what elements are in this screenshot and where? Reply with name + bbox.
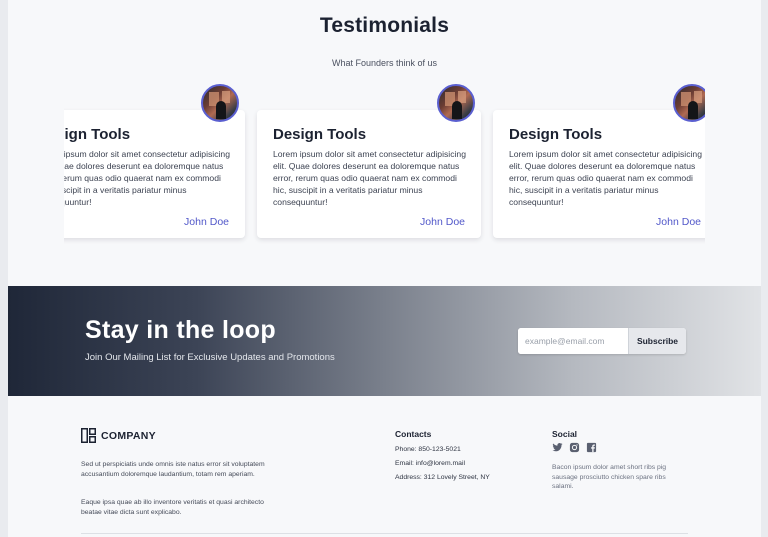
twitter-icon[interactable] [552,442,563,453]
avatar [437,84,475,122]
testimonials-carousel[interactable]: Design Tools Lorem ipsum dolor sit amet … [64,84,705,254]
social-links [552,442,602,454]
company-name: COMPANY [101,430,156,442]
email-input[interactable] [518,328,628,354]
newsletter-form: Subscribe [518,328,686,354]
facebook-icon[interactable] [586,442,597,453]
social-text: Bacon ipsum dolor amet short ribs pig sa… [552,464,667,491]
card-text: Lorem ipsum dolor sit amet consectetur a… [64,149,230,207]
subscribe-button[interactable]: Subscribe [628,328,686,354]
newsletter-title: Stay in the loop [85,316,276,344]
logo-icon [81,428,96,443]
footer-about-1: Sed ut perspiciatis unde omnis iste natu… [81,461,265,478]
card-title: Design Tools [509,126,603,143]
card-title: Design Tools [273,126,367,143]
page: Testimonials What Founders think of us D… [8,0,761,537]
testimonial-card: Design Tools Lorem ipsum dolor sit amet … [64,110,245,238]
card-author: John Doe [420,216,465,228]
contacts-heading: Contacts [395,429,432,439]
footer-about-2: Eaque ipsa quae ab illo inventore verita… [81,499,264,516]
testimonials-title: Testimonials [319,14,450,37]
social-heading: Social [552,429,578,439]
newsletter-subtitle: Join Our Mailing List for Exclusive Upda… [85,352,335,363]
card-text: Lorem ipsum dolor sit amet consectetur a… [273,149,466,207]
card-text: Lorem ipsum dolor sit amet consectetur a… [509,149,702,207]
instagram-icon[interactable] [569,442,580,453]
card-author: John Doe [656,216,701,228]
newsletter-section: Stay in the loop Join Our Mailing List f… [8,286,761,396]
footer-divider [81,533,688,534]
card-author: John Doe [184,216,229,228]
testimonials-subtitle: What Founders think of us [331,58,438,68]
contact-address: Address: 312 Lovely Street, NY [395,474,490,481]
contact-email[interactable]: Email: info@lorem.mail [395,460,465,467]
testimonial-card: Design Tools Lorem ipsum dolor sit amet … [493,110,705,238]
avatar [201,84,239,122]
avatar [673,84,705,122]
testimonial-card: Design Tools Lorem ipsum dolor sit amet … [257,110,481,238]
contact-phone[interactable]: Phone: 850-123-5021 [395,446,461,453]
card-title: Design Tools [64,126,131,143]
